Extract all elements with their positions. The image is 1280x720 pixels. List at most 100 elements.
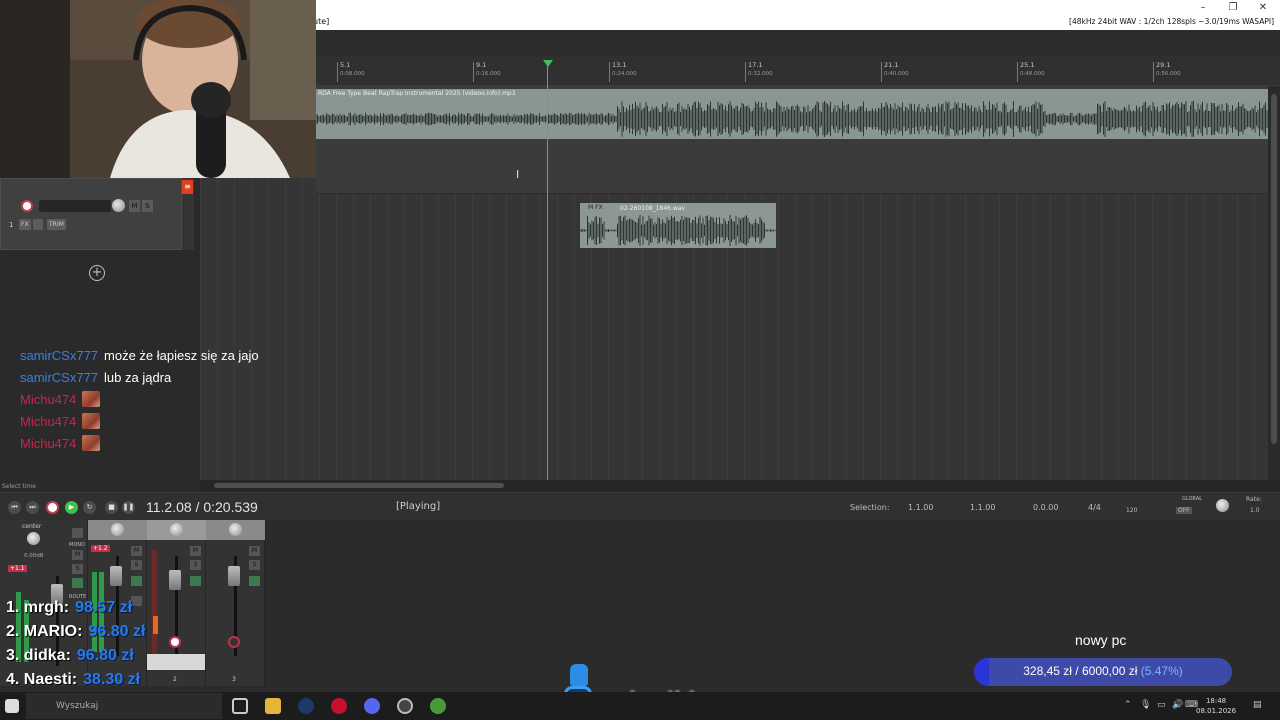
playrate-knob[interactable]: [1216, 499, 1229, 512]
strip-number: 2: [173, 676, 177, 683]
donor-name: 4. Naesti:: [6, 671, 78, 688]
volume-fader[interactable]: [228, 566, 240, 586]
record-arm-button[interactable]: [21, 200, 33, 212]
chat-username: Michu474: [20, 435, 77, 451]
ruler-time-label: 0:08.000: [340, 71, 365, 77]
speaker-icon[interactable]: 🔊: [1172, 700, 1183, 710]
fx-button[interactable]: [249, 576, 260, 586]
solo-button[interactable]: S: [72, 564, 83, 574]
item-buttons[interactable]: M FX: [588, 204, 603, 211]
solo-button[interactable]: S: [142, 200, 153, 212]
microphone-icon[interactable]: 🎙: [1140, 700, 1151, 710]
play-state: [Playing]: [396, 501, 441, 512]
opera-icon[interactable]: [331, 698, 347, 714]
notifications-icon[interactable]: ▤: [1253, 700, 1262, 710]
play-cursor: [547, 62, 548, 480]
media-item-beat[interactable]: RDA Free Type Beat RapTrap Instrumental …: [316, 89, 1268, 139]
fx-button[interactable]: [72, 578, 83, 588]
ruler-tick: [609, 62, 610, 82]
file-explorer-icon[interactable]: [265, 698, 281, 714]
fx-button[interactable]: [131, 576, 142, 586]
go-to-end-button[interactable]: ⏭: [26, 501, 39, 514]
vertical-scrollbar[interactable]: [1268, 86, 1280, 480]
selection-start[interactable]: 1.1.00: [908, 503, 933, 512]
ruler-tick: [1017, 62, 1018, 82]
scroll-thumb[interactable]: [214, 483, 504, 488]
playhead-marker[interactable]: [543, 60, 553, 67]
pan-knob[interactable]: [170, 523, 183, 536]
ruler-bar-label: 5.1: [340, 61, 351, 69]
goal-percent: (5.47%): [1140, 664, 1183, 678]
go-to-start-button[interactable]: ⏮: [8, 501, 21, 514]
volume-fader[interactable]: [169, 570, 181, 590]
bpm-value[interactable]: 120: [1126, 507, 1137, 514]
mute-button[interactable]: M: [249, 546, 260, 556]
repeat-button[interactable]: ↻: [83, 501, 96, 514]
selection-length[interactable]: 0.0.00: [1033, 503, 1058, 512]
volume-knob[interactable]: [112, 199, 125, 212]
scroll-thumb[interactable]: [1271, 94, 1277, 444]
ruler-tick: [473, 62, 474, 82]
taskbar-search[interactable]: Wyszukaj: [26, 693, 222, 719]
donor-name: 2. MARIO:: [6, 623, 83, 640]
strip-name-field[interactable]: Diss track Tyr: [91, 654, 205, 670]
play-button[interactable]: ▶: [65, 501, 78, 514]
battery-icon[interactable]: ▭: [1157, 700, 1166, 710]
solo-button[interactable]: S: [249, 560, 260, 570]
time-display: 11.2.08 / 0:20.539: [146, 499, 258, 515]
ruler-time-label: 0:16.000: [476, 71, 501, 77]
record-arm-button[interactable]: [169, 636, 181, 648]
start-icon[interactable]: [5, 699, 19, 713]
solo-button[interactable]: S: [131, 560, 142, 570]
steam-icon[interactable]: [298, 698, 314, 714]
io-button[interactable]: [33, 219, 43, 230]
master-mono-button[interactable]: [72, 528, 83, 538]
global-toggle[interactable]: OFF: [1176, 507, 1192, 514]
volume-fader[interactable]: [110, 566, 122, 586]
task-view-icon[interactable]: [232, 698, 248, 714]
record-arm-button[interactable]: [228, 636, 240, 648]
mute-button[interactable]: M: [129, 200, 140, 212]
minimize-button[interactable]: –: [1188, 1, 1218, 15]
status-hint: Select time: [2, 483, 36, 490]
selection-end[interactable]: 1.1.00: [970, 503, 995, 512]
record-button[interactable]: [46, 501, 59, 514]
chat-text: może że łapiesz się za jajo: [104, 347, 259, 363]
stop-button[interactable]: ■: [105, 501, 118, 514]
discord-icon[interactable]: [364, 698, 380, 714]
taskbar-clock[interactable]: 18:48 08.01.2026: [1196, 696, 1236, 716]
fx-button[interactable]: FX: [19, 219, 31, 230]
chevron-up-icon[interactable]: ⌃: [1124, 700, 1132, 710]
global-label[interactable]: GLOBAL: [1182, 496, 1202, 502]
maximize-button[interactable]: ❐: [1218, 1, 1248, 15]
rate-label: Rate:: [1246, 496, 1262, 503]
leaderboard-row: 2. MARIO: 96.80 zł: [6, 620, 145, 644]
pause-button[interactable]: ❚❚: [122, 501, 135, 514]
add-track-button[interactable]: +: [89, 265, 105, 281]
mute-button[interactable]: M: [190, 546, 201, 556]
chrome-icon[interactable]: [430, 698, 446, 714]
goal-title: nowy pc: [1075, 632, 1127, 648]
time-signature[interactable]: 4/4: [1088, 503, 1101, 512]
master-pan-knob[interactable]: [27, 532, 40, 545]
mute-button[interactable]: M: [131, 546, 142, 556]
solo-button[interactable]: S: [190, 560, 201, 570]
rate-value[interactable]: 1.0: [1250, 507, 1260, 514]
close-button[interactable]: ✕: [1248, 1, 1278, 15]
mute-button[interactable]: M: [72, 550, 83, 560]
track-header[interactable]: M S 1 FX TRIM: [0, 178, 182, 250]
obs-icon[interactable]: [397, 698, 413, 714]
horizontal-scrollbar[interactable]: [200, 480, 1280, 492]
arrange-view[interactable]: RDA Free Type Beat RapTrap Instrumental …: [200, 86, 1268, 480]
pan-knob[interactable]: [111, 523, 124, 536]
item-name: RDA Free Type Beat RapTrap Instrumental …: [318, 90, 516, 97]
timeline-ruler[interactable]: [316, 56, 1280, 86]
webcam-image: [0, 0, 316, 178]
audio-device-info[interactable]: [48kHz 24bit WAV : 1/2ch 128spls ~3.0/19…: [1069, 17, 1274, 26]
trim-button[interactable]: TRIM: [47, 219, 66, 230]
chat-message: Michu474: [20, 432, 320, 454]
media-item-vocal[interactable]: M FX 02-260108_1846.wav: [580, 203, 776, 248]
fx-button[interactable]: [190, 576, 201, 586]
track-name-field[interactable]: [39, 200, 111, 212]
pan-knob[interactable]: [229, 523, 242, 536]
